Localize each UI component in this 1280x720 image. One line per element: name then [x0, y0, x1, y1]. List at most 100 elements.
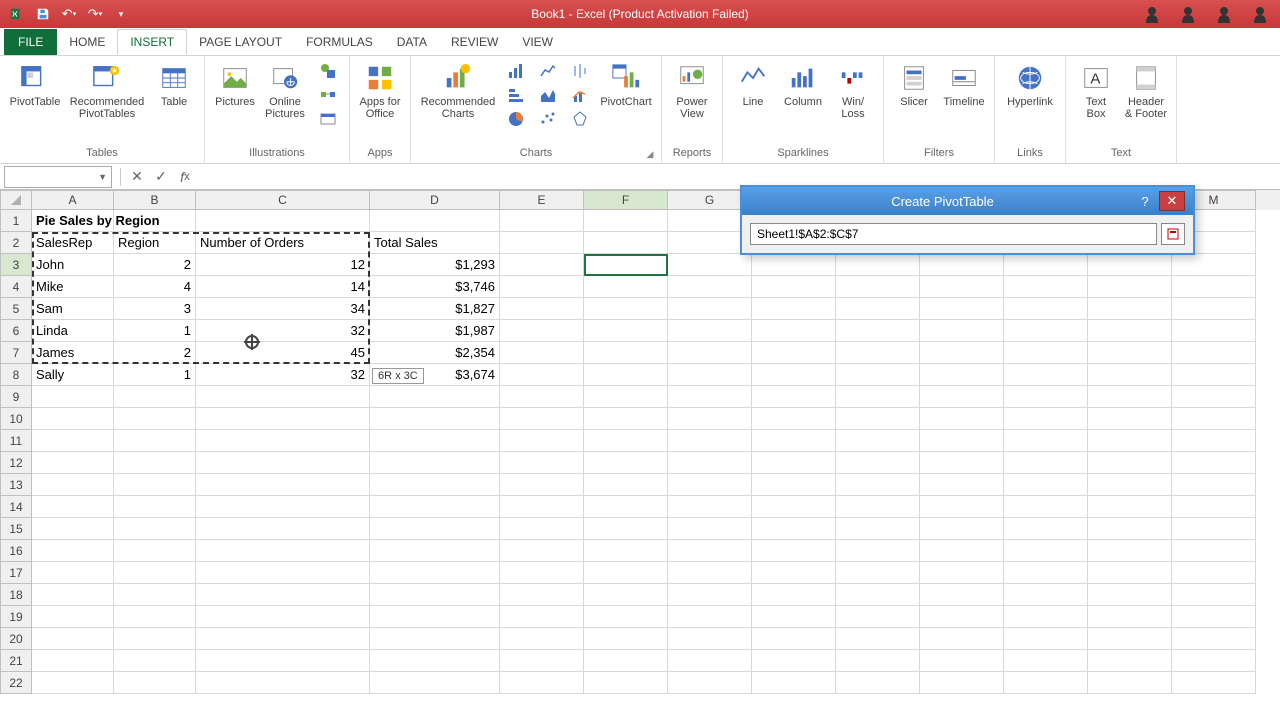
- cell-I16[interactable]: [836, 540, 920, 562]
- cell-L3[interactable]: [1088, 254, 1172, 276]
- cell-C19[interactable]: [196, 606, 370, 628]
- pie-chart-button[interactable]: [501, 108, 531, 130]
- cell-A5[interactable]: Sam: [32, 298, 114, 320]
- cell-C4[interactable]: 14: [196, 276, 370, 298]
- undo-icon[interactable]: ↶▾: [58, 3, 80, 25]
- cell-J15[interactable]: [920, 518, 1004, 540]
- cell-K6[interactable]: [1004, 320, 1088, 342]
- cell-A13[interactable]: [32, 474, 114, 496]
- cell-J11[interactable]: [920, 430, 1004, 452]
- cell-L6[interactable]: [1088, 320, 1172, 342]
- cell-D14[interactable]: [370, 496, 500, 518]
- cell-E9[interactable]: [500, 386, 584, 408]
- excel-icon[interactable]: [6, 3, 28, 25]
- cell-C11[interactable]: [196, 430, 370, 452]
- cell-B5[interactable]: 3: [114, 298, 196, 320]
- cell-B8[interactable]: 1: [114, 364, 196, 386]
- cell-G20[interactable]: [668, 628, 752, 650]
- cell-J7[interactable]: [920, 342, 1004, 364]
- cell-H5[interactable]: [752, 298, 836, 320]
- cell-G9[interactable]: [668, 386, 752, 408]
- cell-A22[interactable]: [32, 672, 114, 694]
- dialog-range-input[interactable]: [750, 223, 1157, 245]
- cell-J16[interactable]: [920, 540, 1004, 562]
- cell-I4[interactable]: [836, 276, 920, 298]
- cell-K5[interactable]: [1004, 298, 1088, 320]
- charts-launcher-icon[interactable]: ◢: [645, 149, 655, 159]
- screenshot-button[interactable]: [313, 108, 343, 130]
- cell-B14[interactable]: [114, 496, 196, 518]
- cell-E5[interactable]: [500, 298, 584, 320]
- row-header-5[interactable]: 5: [0, 298, 32, 320]
- cell-G11[interactable]: [668, 430, 752, 452]
- row-header-12[interactable]: 12: [0, 452, 32, 474]
- cell-K7[interactable]: [1004, 342, 1088, 364]
- row-header-9[interactable]: 9: [0, 386, 32, 408]
- cell-F9[interactable]: [584, 386, 668, 408]
- cell-H9[interactable]: [752, 386, 836, 408]
- cell-J14[interactable]: [920, 496, 1004, 518]
- cell-J12[interactable]: [920, 452, 1004, 474]
- cell-M9[interactable]: [1172, 386, 1256, 408]
- cell-F10[interactable]: [584, 408, 668, 430]
- cell-L7[interactable]: [1088, 342, 1172, 364]
- cell-A16[interactable]: [32, 540, 114, 562]
- cell-K12[interactable]: [1004, 452, 1088, 474]
- cell-D3[interactable]: $1,293: [370, 254, 500, 276]
- row-header-6[interactable]: 6: [0, 320, 32, 342]
- cell-I3[interactable]: [836, 254, 920, 276]
- cell-F18[interactable]: [584, 584, 668, 606]
- cell-F15[interactable]: [584, 518, 668, 540]
- cell-G8[interactable]: [668, 364, 752, 386]
- cell-H18[interactable]: [752, 584, 836, 606]
- cell-M12[interactable]: [1172, 452, 1256, 474]
- cell-F21[interactable]: [584, 650, 668, 672]
- cell-E16[interactable]: [500, 540, 584, 562]
- hyperlink-button[interactable]: Hyperlink: [1001, 60, 1059, 110]
- cell-F8[interactable]: [584, 364, 668, 386]
- cell-H21[interactable]: [752, 650, 836, 672]
- row-header-19[interactable]: 19: [0, 606, 32, 628]
- cell-D7[interactable]: $2,354: [370, 342, 500, 364]
- cell-B4[interactable]: 4: [114, 276, 196, 298]
- cell-L16[interactable]: [1088, 540, 1172, 562]
- cell-M8[interactable]: [1172, 364, 1256, 386]
- cell-A7[interactable]: James: [32, 342, 114, 364]
- cell-B1[interactable]: [114, 210, 196, 232]
- cell-F11[interactable]: [584, 430, 668, 452]
- cell-L15[interactable]: [1088, 518, 1172, 540]
- textbox-button[interactable]: A Text Box: [1072, 60, 1120, 122]
- cell-A14[interactable]: [32, 496, 114, 518]
- cell-F4[interactable]: [584, 276, 668, 298]
- cell-M13[interactable]: [1172, 474, 1256, 496]
- cell-D12[interactable]: [370, 452, 500, 474]
- cell-M3[interactable]: [1172, 254, 1256, 276]
- dialog-help-button[interactable]: ?: [1135, 194, 1155, 209]
- cell-H13[interactable]: [752, 474, 836, 496]
- cell-J13[interactable]: [920, 474, 1004, 496]
- cell-M18[interactable]: [1172, 584, 1256, 606]
- online-pictures-button[interactable]: Online Pictures: [261, 60, 309, 122]
- cell-G5[interactable]: [668, 298, 752, 320]
- cell-F2[interactable]: [584, 232, 668, 254]
- cell-J22[interactable]: [920, 672, 1004, 694]
- cell-E14[interactable]: [500, 496, 584, 518]
- cell-E20[interactable]: [500, 628, 584, 650]
- cell-H7[interactable]: [752, 342, 836, 364]
- cell-K4[interactable]: [1004, 276, 1088, 298]
- cell-F7[interactable]: [584, 342, 668, 364]
- cell-L13[interactable]: [1088, 474, 1172, 496]
- cell-C2[interactable]: Number of Orders: [196, 232, 370, 254]
- cell-E15[interactable]: [500, 518, 584, 540]
- cell-I17[interactable]: [836, 562, 920, 584]
- cell-E4[interactable]: [500, 276, 584, 298]
- cell-I21[interactable]: [836, 650, 920, 672]
- cell-L18[interactable]: [1088, 584, 1172, 606]
- cell-I6[interactable]: [836, 320, 920, 342]
- cell-M15[interactable]: [1172, 518, 1256, 540]
- cell-E2[interactable]: [500, 232, 584, 254]
- cell-C6[interactable]: 32: [196, 320, 370, 342]
- cell-E17[interactable]: [500, 562, 584, 584]
- cell-K20[interactable]: [1004, 628, 1088, 650]
- cell-I7[interactable]: [836, 342, 920, 364]
